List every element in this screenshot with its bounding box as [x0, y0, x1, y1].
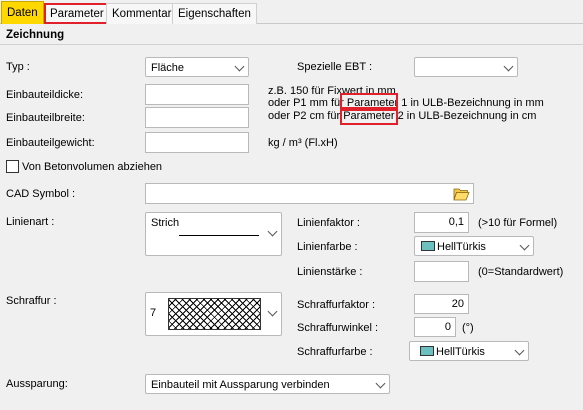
hint-line-2: oder P1 mm für Parameter 1 in ULB-Bezeic…	[268, 97, 544, 109]
tab-kommentar[interactable]: Kommentar	[106, 3, 178, 24]
linienfaktor-input[interactable]: 0,1	[414, 212, 469, 233]
linienstaerke-label: Linienstärke :	[297, 266, 363, 278]
linienfarbe-value: HellTürkis	[437, 241, 486, 253]
section-title: Zeichnung	[0, 25, 583, 45]
einbauteildicke-label: Einbauteildicke:	[6, 89, 84, 101]
chevron-down-icon	[267, 306, 278, 317]
color-swatch	[421, 241, 435, 251]
chevron-down-icon	[375, 378, 386, 389]
cad-symbol-label: CAD Symbol :	[6, 188, 76, 200]
linienstaerke-note: (0=Standardwert)	[478, 266, 564, 278]
schraffurfarbe-select[interactable]: HellTürkis	[409, 341, 529, 361]
cad-symbol-input[interactable]	[145, 183, 474, 204]
linienfaktor-note: (>10 für Formel)	[478, 217, 558, 229]
tab-daten[interactable]: Daten	[1, 1, 44, 24]
hint-line-2-pre: oder P1 mm für	[268, 97, 347, 109]
linienart-value: Strich	[151, 217, 180, 229]
schraffurfarbe-value: HellTürkis	[436, 346, 485, 358]
hint-line-3-pre: oder P2 cm für	[268, 110, 344, 122]
chevron-down-icon	[514, 345, 525, 356]
betonvolumen-label: Von Betonvolumen abziehen	[22, 161, 163, 173]
chevron-down-icon	[234, 61, 245, 72]
schraffur-value: 7	[150, 307, 157, 319]
hint-line-3: oder P2 cm für Parameter 2 in ULB-Bezeic…	[268, 110, 536, 122]
schraffur-select[interactable]: 7	[145, 292, 282, 336]
schraffurfaktor-input[interactable]: 20	[414, 294, 469, 314]
linienart-select[interactable]: Strich	[145, 212, 282, 256]
betonvolumen-checkbox[interactable]	[6, 160, 19, 173]
linienfarbe-select[interactable]: HellTürkis	[414, 236, 534, 256]
chevron-down-icon	[519, 240, 530, 251]
hatch-preview	[168, 298, 261, 330]
highlight-box	[340, 107, 398, 125]
color-swatch	[420, 346, 434, 356]
einbauteilgewicht-label: Einbauteilgewicht:	[6, 137, 95, 149]
spezielle-ebt-label: Spezielle EBT :	[297, 61, 373, 73]
einbauteilgewicht-unit: kg / m³ (Fl.xH)	[268, 137, 338, 149]
einbauteilgewicht-input[interactable]	[145, 132, 249, 153]
aussparung-select[interactable]: Einbauteil mit Aussparung verbinden	[145, 374, 390, 394]
hint-line-3-post: 2 in ULB-Bezeichnung in cm	[394, 110, 537, 122]
linienstaerke-input[interactable]	[414, 261, 469, 282]
einbauteildicke-input[interactable]	[145, 84, 249, 105]
aussparung-value: Einbauteil mit Aussparung verbinden	[151, 379, 330, 391]
tab-parameter[interactable]: Parameter	[44, 3, 110, 24]
chevron-down-icon	[267, 226, 278, 237]
schraffur-label: Schraffur :	[6, 295, 57, 307]
schraffurwinkel-input[interactable]: 0	[414, 317, 456, 337]
linienfaktor-label: Linienfaktor :	[297, 217, 360, 229]
chevron-down-icon	[503, 61, 514, 72]
typ-value: Fläche	[151, 62, 185, 74]
typ-select[interactable]: Fläche	[145, 57, 249, 77]
schraffurwinkel-note: (°)	[462, 322, 474, 334]
schraffurwinkel-label: Schraffurwinkel :	[297, 322, 379, 334]
schraffurfaktor-label: Schraffurfaktor :	[297, 299, 376, 311]
line-preview	[179, 235, 259, 236]
aussparung-label: Aussparung:	[6, 378, 68, 390]
linienart-label: Linienart :	[6, 216, 55, 228]
tab-bar: Daten Parameter Kommentar Eigenschaften	[0, 0, 583, 24]
tab-eigenschaften[interactable]: Eigenschaften	[172, 3, 257, 24]
spezielle-ebt-select[interactable]	[414, 57, 518, 77]
linienfarbe-label: Linienfarbe :	[297, 241, 358, 253]
hint-line-2-post: 1 in ULB-Bezeichnung in mm	[398, 97, 544, 109]
schraffurfarbe-label: Schraffurfarbe :	[297, 346, 373, 358]
einbauteilbreite-input[interactable]	[145, 107, 249, 128]
einbauteilbreite-label: Einbauteilbreite:	[6, 112, 85, 124]
typ-label: Typ :	[6, 61, 30, 73]
folder-open-icon[interactable]	[453, 186, 470, 201]
